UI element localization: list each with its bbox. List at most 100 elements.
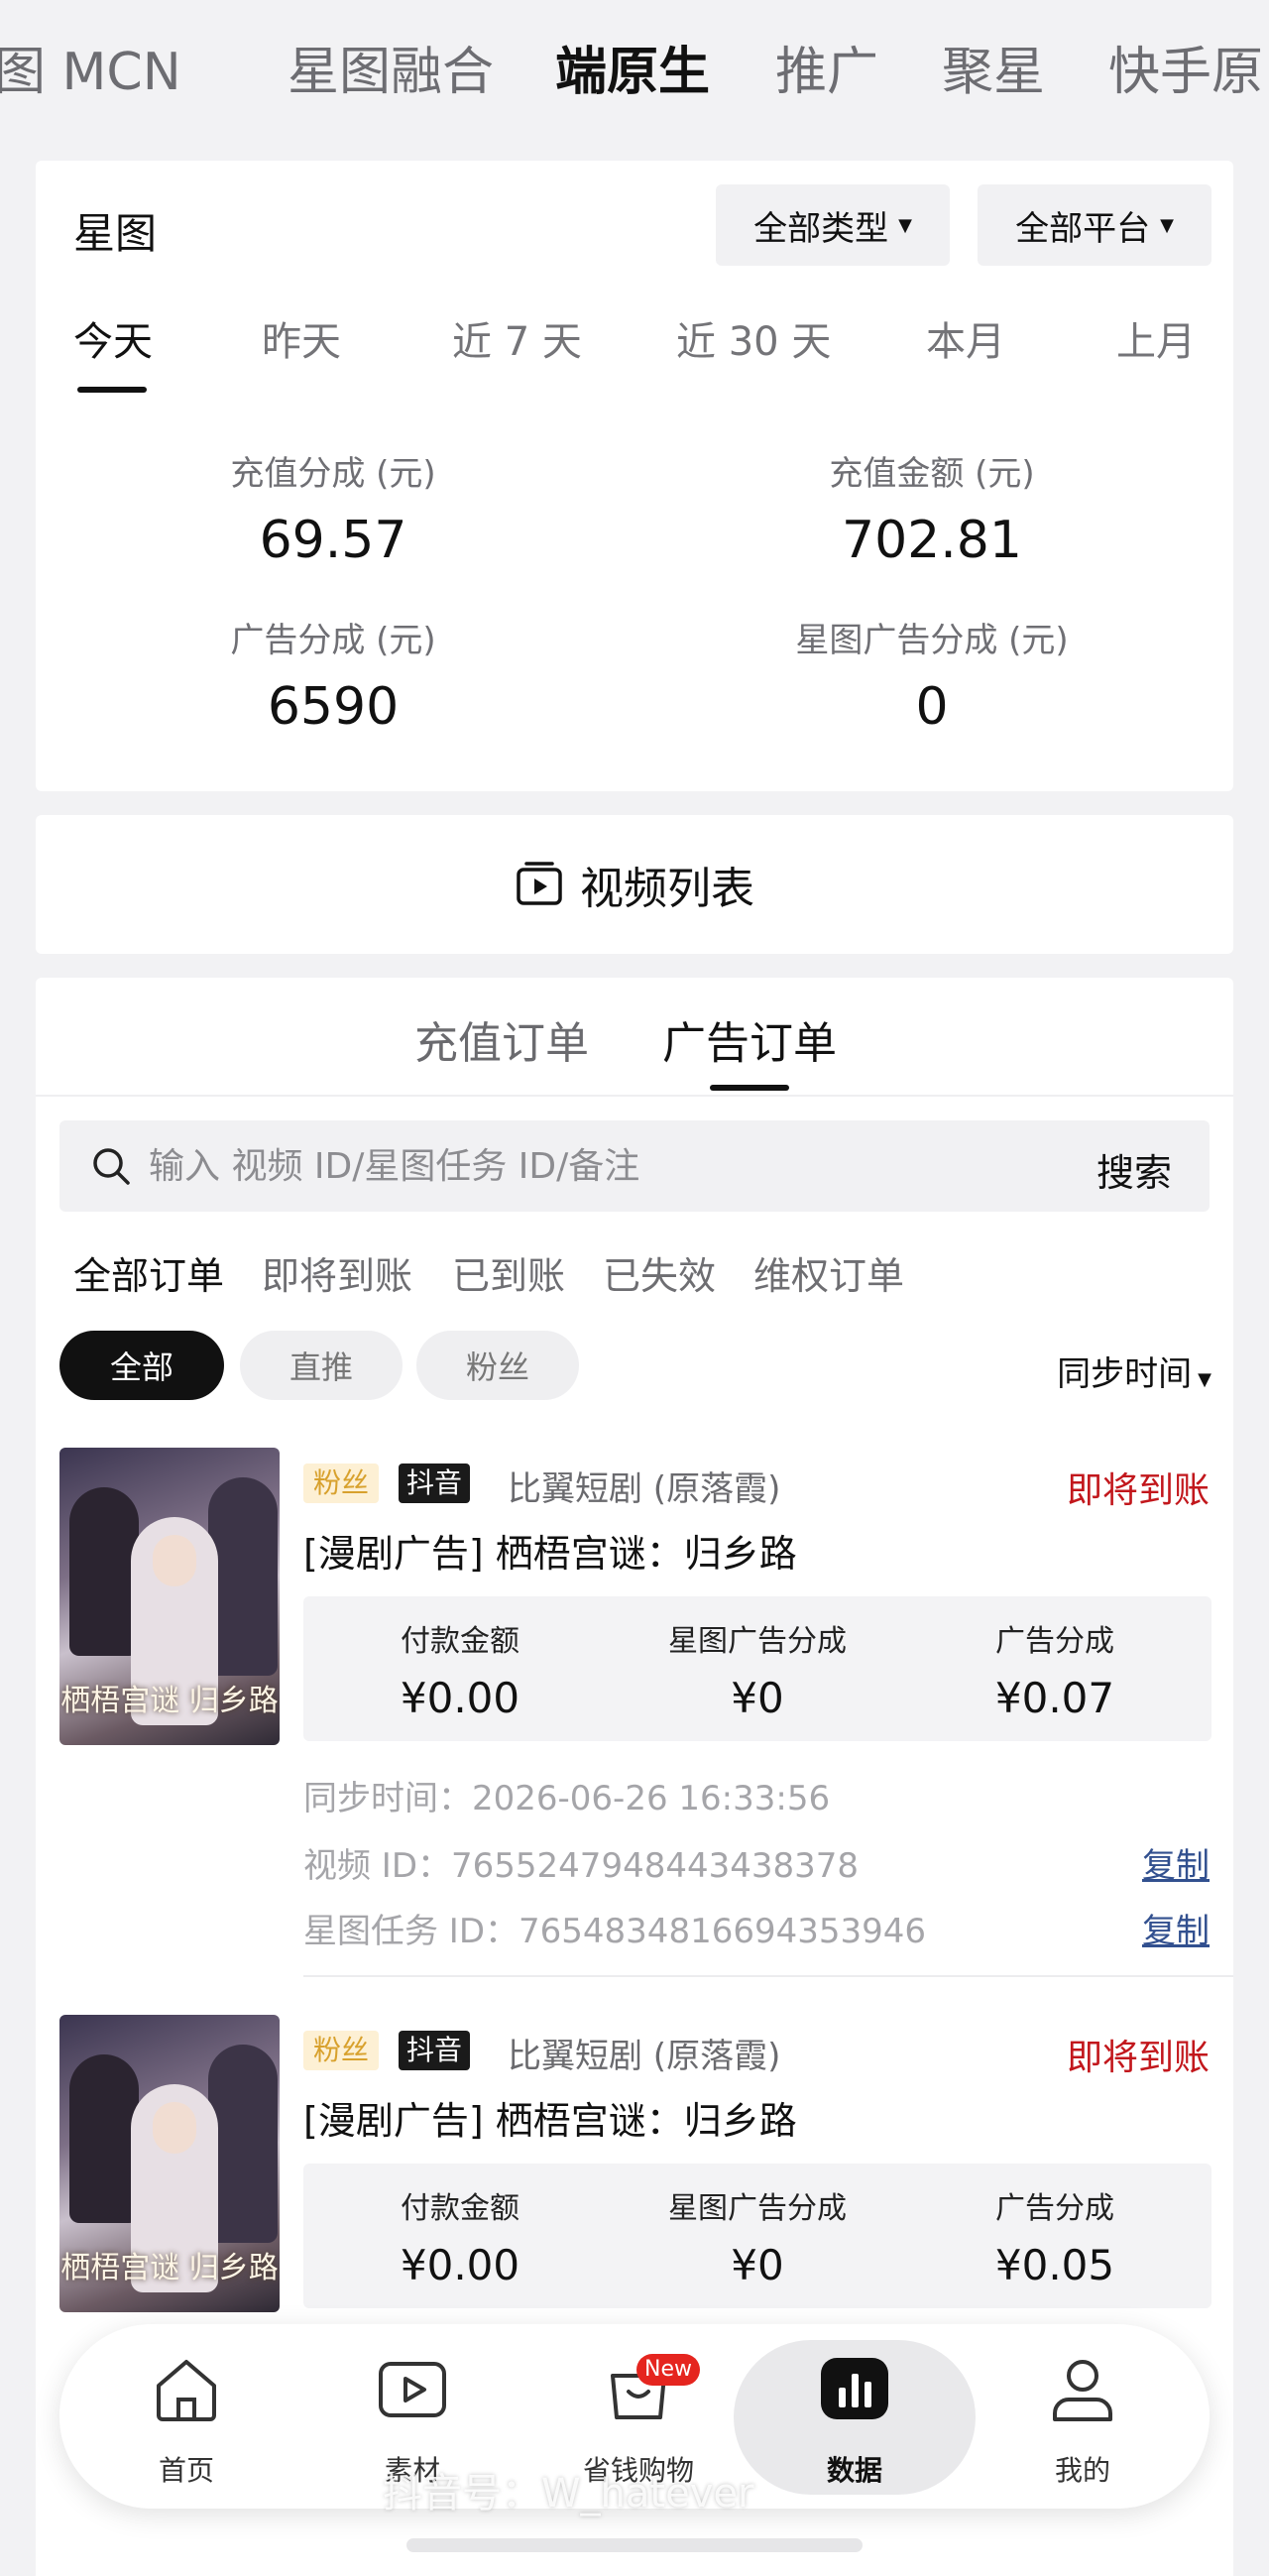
category-tabs: 图 MCN 星图融合 端原生 推广 聚星 快手原 bbox=[0, 0, 1269, 149]
caret-down-icon: ▼ bbox=[1198, 1369, 1211, 1390]
amount-label: 星图广告分成 bbox=[668, 1624, 847, 1659]
tab-ad-orders[interactable]: 广告订单 bbox=[662, 1007, 837, 1071]
search-button[interactable]: 搜索 bbox=[1096, 1142, 1172, 1197]
user-icon bbox=[1053, 2360, 1112, 2421]
stat-value: 6590 bbox=[267, 677, 400, 737]
amount-value: ¥0.05 bbox=[994, 2241, 1115, 2289]
nav-home[interactable]: 首页 bbox=[97, 2324, 276, 2509]
tab-juxing[interactable]: 聚星 bbox=[942, 38, 1045, 107]
new-badge: New bbox=[636, 2354, 700, 2386]
date-tab-7days[interactable]: 近 7 天 bbox=[452, 309, 582, 367]
bar-chart-icon bbox=[821, 2358, 888, 2419]
chip-direct[interactable]: 直推 bbox=[240, 1331, 403, 1400]
type-filter-dropdown[interactable]: 全部类型 ▼ bbox=[716, 184, 950, 266]
tab-kuaishou[interactable]: 快手原 bbox=[1108, 38, 1263, 107]
douyin-badge: 抖音 bbox=[399, 2031, 471, 2070]
video-list-label: 视频列表 bbox=[580, 864, 754, 914]
stat-label: 充值金额 (元) bbox=[829, 454, 1035, 494]
stat-value: 702.81 bbox=[842, 511, 1022, 570]
fans-badge: 粉丝 bbox=[303, 1464, 380, 1503]
amount-label: 星图广告分成 bbox=[668, 2191, 847, 2226]
sort-label: 同步时间 bbox=[1057, 1354, 1193, 1394]
tab-promotion[interactable]: 推广 bbox=[775, 38, 878, 107]
home-icon bbox=[157, 2360, 216, 2421]
platform-filter-label: 全部平台 bbox=[1015, 208, 1151, 249]
caret-down-icon: ▼ bbox=[898, 214, 912, 236]
status-tab-pending[interactable]: 即将到账 bbox=[262, 1245, 412, 1300]
divider bbox=[303, 1975, 1233, 1977]
order-item[interactable]: 栖梧宫谜 归乡路 粉丝 抖音 比翼短剧 (原落霞) 即将到账 [漫剧广告] 栖梧… bbox=[36, 1448, 1233, 2003]
task-id: 星图任务 ID：7654834816694353946 bbox=[303, 1912, 927, 1951]
order-title: [漫剧广告] 栖梧宫谜：归乡路 bbox=[303, 2099, 797, 2143]
status-tab-dispute[interactable]: 维权订单 bbox=[753, 1245, 904, 1300]
amount-value: ¥0 bbox=[731, 1674, 784, 1722]
amount-value: ¥0.07 bbox=[994, 1674, 1115, 1722]
type-filter-label: 全部类型 bbox=[753, 208, 889, 249]
date-tab-indicator bbox=[77, 387, 147, 393]
stats-title: 星图 bbox=[73, 209, 158, 258]
amount-value: ¥0 bbox=[731, 2241, 784, 2289]
seller-name: 比翼短剧 (原落霞) bbox=[508, 1469, 781, 1509]
date-tab-today[interactable]: 今天 bbox=[73, 309, 153, 367]
nav-label: 数据 bbox=[826, 2454, 882, 2487]
amount-label: 付款金额 bbox=[401, 2191, 519, 2226]
sort-dropdown[interactable]: 同步时间 ▼ bbox=[1057, 1347, 1211, 1395]
status-tab-expired[interactable]: 已失效 bbox=[603, 1245, 716, 1300]
search-input[interactable] bbox=[149, 1134, 1041, 1198]
tab-native[interactable]: 端原生 bbox=[555, 38, 710, 107]
amount-label: 广告分成 bbox=[995, 1624, 1114, 1659]
date-tab-yesterday[interactable]: 昨天 bbox=[262, 309, 341, 367]
stat-label: 充值分成 (元) bbox=[230, 454, 436, 494]
chip-all[interactable]: 全部 bbox=[59, 1331, 224, 1400]
nav-label: 我的 bbox=[1054, 2454, 1110, 2487]
amount-summary: 付款金额 ¥0.00 星图广告分成 ¥0 广告分成 ¥0.05 bbox=[303, 2164, 1211, 2308]
search-icon bbox=[93, 1148, 130, 1185]
poster-title: 栖梧宫谜 归乡路 bbox=[60, 2251, 279, 2285]
video-list-button[interactable]: 视频列表 bbox=[36, 815, 1233, 954]
status-tab-received[interactable]: 已到账 bbox=[452, 1245, 565, 1300]
status-tab-all[interactable]: 全部订单 bbox=[73, 1245, 224, 1300]
nav-data[interactable]: 数据 bbox=[765, 2324, 944, 2509]
poster-title: 栖梧宫谜 归乡路 bbox=[60, 1684, 279, 1718]
chip-fans[interactable]: 粉丝 bbox=[416, 1331, 579, 1400]
order-search-bar: 搜索 bbox=[59, 1120, 1210, 1212]
play-icon bbox=[379, 2362, 446, 2417]
date-tab-30days[interactable]: 近 30 天 bbox=[676, 309, 831, 367]
stat-label: 星图广告分成 (元) bbox=[795, 621, 1069, 660]
copy-task-id-link[interactable]: 复制 bbox=[1142, 1904, 1210, 1952]
order-status: 即将到账 bbox=[1066, 2038, 1210, 2078]
seller-name: 比翼短剧 (原落霞) bbox=[508, 2037, 781, 2076]
tab-xingtu-merge[interactable]: 星图融合 bbox=[288, 38, 494, 107]
drama-poster-thumbnail: 栖梧宫谜 归乡路 bbox=[59, 1448, 280, 1745]
platform-filter-dropdown[interactable]: 全部平台 ▼ bbox=[978, 184, 1211, 266]
fans-badge: 粉丝 bbox=[303, 2031, 380, 2070]
video-id: 视频 ID：7655247948443438378 bbox=[303, 1846, 860, 1886]
stat-ad-share: 广告分成 (元) 6590 bbox=[36, 613, 631, 737]
douyin-watermark: 抖音号：W_hatever bbox=[383, 2471, 754, 2517]
sync-time: 同步时间：2026-06-26 16:33:56 bbox=[303, 1779, 831, 1818]
amount-label: 付款金额 bbox=[401, 1624, 519, 1659]
stat-recharge-amount: 充值金额 (元) 702.81 bbox=[634, 446, 1229, 570]
stat-recharge-share: 充值分成 (元) 69.57 bbox=[36, 446, 631, 570]
stats-card: 星图 全部类型 ▼ 全部平台 ▼ 今天 昨天 近 7 天 近 30 天 本月 上月 … bbox=[36, 161, 1233, 791]
tab-mcn[interactable]: 图 MCN bbox=[0, 38, 181, 107]
drama-poster-thumbnail: 栖梧宫谜 归乡路 bbox=[59, 2015, 280, 2312]
date-tab-this-month[interactable]: 本月 bbox=[926, 309, 1005, 367]
amount-summary: 付款金额 ¥0.00 星图广告分成 ¥0 广告分成 ¥0.07 bbox=[303, 1596, 1211, 1741]
copy-video-id-link[interactable]: 复制 bbox=[1142, 1838, 1210, 1887]
amount-label: 广告分成 bbox=[995, 2191, 1114, 2226]
order-item[interactable]: 栖梧宫谜 归乡路 粉丝 抖音 比翼短剧 (原落霞) 即将到账 [漫剧广告] 栖梧… bbox=[36, 2015, 1233, 2332]
home-indicator bbox=[406, 2538, 863, 2552]
date-tab-last-month[interactable]: 上月 bbox=[1116, 309, 1196, 367]
tab-recharge-orders[interactable]: 充值订单 bbox=[414, 1007, 589, 1071]
stat-value: 0 bbox=[915, 677, 949, 737]
amount-value: ¥0.00 bbox=[400, 2241, 520, 2289]
order-tab-indicator bbox=[710, 1085, 789, 1091]
order-status: 即将到账 bbox=[1066, 1470, 1210, 1511]
nav-profile[interactable]: 我的 bbox=[993, 2324, 1172, 2509]
caret-down-icon: ▼ bbox=[1160, 214, 1174, 236]
divider bbox=[36, 1095, 1233, 1097]
stat-label: 广告分成 (元) bbox=[230, 621, 436, 660]
nav-label: 首页 bbox=[158, 2454, 214, 2487]
amount-value: ¥0.00 bbox=[400, 1674, 520, 1722]
